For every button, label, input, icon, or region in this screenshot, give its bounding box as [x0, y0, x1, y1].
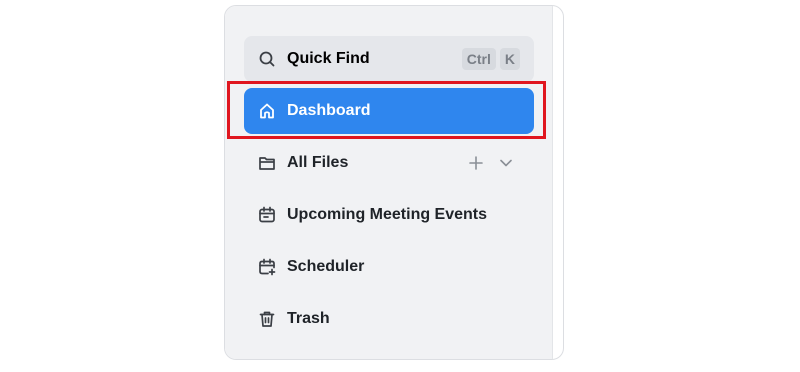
- plus-icon[interactable]: [468, 153, 484, 173]
- sidebar-panel: Quick Find Ctrl K Dashboard All Files Up…: [224, 5, 564, 360]
- folder-icon: [258, 154, 276, 172]
- sidebar-item-label: All Files: [287, 154, 349, 171]
- home-icon: [258, 102, 276, 120]
- shortcut-key-k: K: [499, 48, 520, 70]
- shortcut-key-ctrl: Ctrl: [461, 48, 496, 70]
- quick-find-button[interactable]: Quick Find Ctrl K: [244, 36, 534, 82]
- sidebar-item-label: Upcoming Meeting Events: [287, 206, 488, 223]
- sidebar-item-dashboard[interactable]: Dashboard: [244, 88, 534, 134]
- sidebar-item-label: Scheduler: [287, 258, 365, 275]
- sidebar-item-label: Dashboard: [287, 102, 371, 119]
- sidebar-item-upcoming-meeting-events[interactable]: Upcoming Meeting Events: [244, 192, 534, 238]
- calendar-plus-icon: [258, 258, 276, 276]
- search-icon: [258, 50, 276, 68]
- chevron-down-icon[interactable]: [498, 153, 514, 173]
- sidebar-item-all-files[interactable]: All Files: [244, 140, 534, 186]
- sidebar-item-label: Trash: [287, 310, 330, 327]
- keyboard-shortcut: Ctrl K: [461, 48, 520, 70]
- sidebar-item-trash[interactable]: Trash: [244, 296, 534, 342]
- calendar-icon: [258, 206, 276, 224]
- trash-icon: [258, 310, 276, 328]
- sidebar-item-scheduler[interactable]: Scheduler: [244, 244, 534, 290]
- quick-find-label: Quick Find: [287, 50, 370, 67]
- sidebar: Quick Find Ctrl K Dashboard All Files Up…: [225, 6, 553, 359]
- all-files-actions: [468, 153, 514, 173]
